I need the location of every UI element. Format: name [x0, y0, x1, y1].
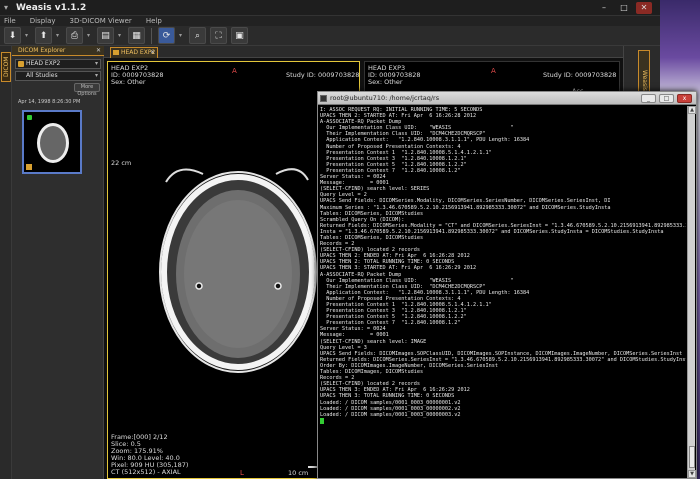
terminal-minimize-button[interactable]: _ — [641, 94, 656, 103]
patient-sex-overlay: Sex: Other — [368, 78, 403, 86]
explorer-header: DICOM Explorer ✕ — [12, 46, 104, 56]
chevron-down-icon: ▾ — [94, 60, 98, 67]
maximize-button[interactable]: □ — [616, 2, 632, 14]
app-menu-icon[interactable]: ▾ — [4, 3, 12, 12]
scroll-down-icon[interactable]: ▼ — [688, 470, 696, 478]
close-button[interactable]: ✕ — [636, 2, 652, 14]
terminal-cursor — [320, 417, 324, 424]
study-date-label: Apr 14, 1998 8:26:30 PM — [18, 99, 81, 105]
left-side-strip: DICOM — [0, 46, 12, 479]
import-dropdown-icon[interactable]: ▾ — [25, 27, 31, 44]
loaded-indicator-icon — [27, 115, 32, 120]
terminal-window[interactable]: root@ubuntu710: /home/jcrtaq/rs _ □ x I:… — [317, 91, 697, 479]
terminal-line: UPACS Send Fields: DICOMImages.SOPClassU… — [320, 350, 683, 357]
studies-select[interactable]: All Studies ▾ — [15, 71, 101, 81]
series-thumbnail[interactable] — [22, 110, 82, 174]
orientation-bottom-label: L — [240, 469, 244, 477]
terminal-titlebar: root@ubuntu710: /home/jcrtaq/rs — [318, 92, 696, 105]
scale-bar-label: 10 cm — [288, 469, 309, 477]
terminal-output[interactable]: I: ASSOC REQUEST RQ: INITIAL RUNNING TIM… — [320, 107, 686, 478]
sync-dropdown-icon[interactable]: ▾ — [179, 27, 185, 44]
patient-select-value: HEAD EXP2 — [26, 60, 61, 67]
series-tag-icon — [26, 164, 32, 170]
viewer-tab[interactable]: HEAD EXP2 ✕ — [110, 47, 158, 58]
layout-icon[interactable]: ▦ — [128, 27, 145, 44]
scroll-up-icon[interactable]: ▲ — [688, 106, 696, 114]
patient-icon — [18, 61, 24, 67]
window-title: Weasis v1.1.2 — [16, 2, 87, 13]
chevron-down-icon: ▾ — [94, 72, 98, 79]
dicom-explorer-panel: DICOM Explorer ✕ HEAD EXP2 ▾ All Studies… — [12, 46, 104, 479]
explorer-title: DICOM Explorer — [18, 47, 66, 54]
menu-file[interactable]: File — [4, 17, 16, 25]
main-toolbar: ⬇ ▾ ⬆ ▾ ⎙ ▾ ▤ ▾ ▦ ⟳ ▾ ⌕ ⛶ ▣ — [0, 26, 660, 46]
menu-help[interactable]: Help — [146, 17, 162, 25]
minimize-button[interactable]: – — [596, 2, 612, 14]
patient-select[interactable]: HEAD EXP2 ▾ — [15, 59, 101, 69]
export-icon[interactable]: ⬆ — [35, 27, 52, 44]
viewer-tab-icon — [113, 50, 119, 55]
terminal-title: root@ubuntu710: /home/jcrtaq/rs — [330, 94, 440, 102]
close-icon[interactable]: ✕ — [96, 46, 101, 56]
toolbar-separator — [151, 27, 152, 44]
screen: { "window": {"title": "Weasis v1.1.2", "… — [0, 0, 700, 479]
tab-dicom[interactable]: DICOM — [1, 52, 11, 82]
more-options-button[interactable]: More Options — [74, 83, 100, 97]
studies-select-value: All Studies — [26, 72, 58, 79]
menu-bar: File Display 3D-DICOM Viewer Help — [0, 16, 660, 26]
scrollbar-thumb[interactable] — [689, 446, 695, 468]
terminal-maximize-button[interactable]: □ — [659, 94, 674, 103]
zoom-icon[interactable]: ⌕ — [189, 27, 206, 44]
fit-icon[interactable]: ⛶ — [210, 27, 227, 44]
export-dropdown-icon[interactable]: ▾ — [56, 27, 62, 44]
print-icon[interactable]: ⎙ — [66, 27, 83, 44]
viewer-tab-bar: HEAD EXP2 ✕ — [104, 46, 623, 58]
save-icon[interactable]: ▤ — [97, 27, 114, 44]
terminal-icon — [320, 95, 327, 102]
print-dropdown-icon[interactable]: ▾ — [87, 27, 93, 44]
menu-display[interactable]: Display — [30, 17, 56, 25]
orientation-top-label: A — [491, 67, 496, 75]
series-info-overlay: CT (512x512) - AXIAL — [111, 468, 181, 476]
terminal-scrollbar[interactable]: ▲ ▼ — [687, 106, 696, 478]
terminal-line: Returned Fields: DICOMSeries.Modality = … — [320, 222, 686, 229]
menu-3d-dicom-viewer[interactable]: 3D-DICOM Viewer — [70, 17, 132, 25]
terminal-line: Loaded: / DICOM samples/0001_0003_000000… — [320, 411, 461, 418]
close-icon[interactable]: ✕ — [150, 48, 155, 58]
study-id-overlay: Study ID: 0009703828 — [543, 71, 617, 79]
sync-icon[interactable]: ⟳ — [158, 27, 175, 44]
settings-icon[interactable]: ▣ — [231, 27, 248, 44]
skull-thumbnail-image — [37, 123, 69, 163]
import-icon[interactable]: ⬇ — [4, 27, 21, 44]
save-dropdown-icon[interactable]: ▾ — [118, 27, 124, 44]
window-titlebar: ▾ Weasis v1.1.2 — [0, 0, 660, 16]
terminal-close-button[interactable]: x — [677, 94, 692, 103]
